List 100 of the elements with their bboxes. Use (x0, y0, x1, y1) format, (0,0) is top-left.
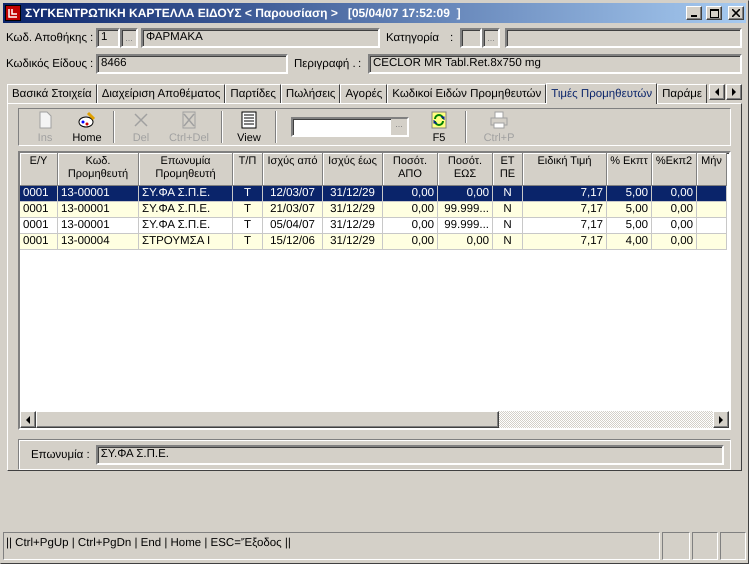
column-header[interactable]: Ποσότ. ΑΠΟ (383, 153, 438, 186)
table-cell: 7,17 (523, 202, 607, 218)
table-cell (697, 186, 727, 202)
table-cell: 05/04/07 (263, 218, 323, 234)
table-cell: 12/03/07 (263, 186, 323, 202)
tab-scroll-right-button[interactable] (726, 84, 742, 100)
field-label: Κωδ. Αποθήκης (6, 32, 88, 44)
refresh-icon (430, 110, 448, 128)
column-header[interactable]: Κωδ. Προμηθευτή (58, 153, 139, 186)
category-code-field[interactable] (460, 28, 482, 48)
table-cell: 13-00004 (58, 234, 139, 250)
table-cell (697, 202, 727, 218)
paint-brush-icon (78, 110, 96, 128)
column-header[interactable]: ΕΤ ΠΕ (493, 153, 523, 186)
table-cell: 4,00 (607, 234, 652, 250)
right-arrow-icon (718, 416, 724, 424)
tab[interactable]: Πωλήσεις (280, 84, 340, 103)
column-header[interactable]: Ισχύς έως (323, 153, 383, 186)
maximize-button[interactable] (706, 6, 722, 20)
table-cell: 0001 (20, 186, 58, 202)
table-cell: 0,00 (438, 186, 493, 202)
document-icon (240, 110, 258, 128)
tab[interactable]: Διαχείριση Αποθέματος (96, 84, 226, 103)
colon: : (358, 58, 362, 70)
table-cell: 0,00 (652, 218, 697, 234)
table-cell: 15/12/06 (263, 234, 323, 250)
tab[interactable]: Κωδικοί Ειδών Προμηθευτών (387, 84, 546, 103)
right-arrow-icon (731, 88, 737, 96)
table-cell: 0,00 (383, 218, 438, 234)
tab[interactable]: Αγορές (340, 84, 388, 103)
cross-icon (132, 110, 150, 128)
column-header[interactable]: Τ/Π (233, 153, 263, 186)
app-logo-icon (5, 5, 21, 21)
tab[interactable]: Παράμε (657, 84, 707, 103)
tab[interactable]: Βασικά Στοιχεία (7, 84, 97, 103)
horizontal-scrollbar[interactable] (20, 411, 729, 428)
column-header[interactable]: Ποσότ. ΕΩΣ (438, 153, 493, 186)
field-label: Περιγραφή . (294, 58, 357, 70)
table-cell: 0,00 (383, 234, 438, 250)
table-cell: 0001 (20, 202, 58, 218)
column-header[interactable]: Ισχύς από (263, 153, 323, 186)
tab[interactable]: Τιμές Προμηθευτών (546, 83, 658, 104)
status-bar-text: || Ctrl+PgUp | Ctrl+PgDn | End | Home | ESC='Έξοδος || (3, 532, 660, 560)
table-cell: 99.999... (438, 202, 493, 218)
toolbar-button[interactable]: Home (67, 109, 107, 145)
close-icon (732, 9, 740, 17)
tab[interactable]: Παρτίδες (225, 84, 281, 103)
printer-icon (490, 110, 508, 128)
status-pane (662, 532, 690, 560)
scrollbar-thumb[interactable] (36, 411, 499, 428)
table-cell: 0,00 (438, 234, 493, 250)
close-button[interactable] (728, 6, 744, 20)
window-title: ΣΥΓΚΕΝΤΡΩΤΙΚΗ ΚΑΡΤΕΛΛΑ ΕΙΔΟΥΣ < Παρουσίαση > [05/04/07 17:52:09 ] (25, 6, 462, 20)
table-cell: 0,00 (383, 202, 438, 218)
toolbar-button[interactable]: F5 (419, 109, 459, 145)
field-label: Κατηγορία (386, 32, 440, 44)
table-cell: N (493, 234, 523, 250)
table-cell: 13-00001 (58, 202, 139, 218)
table-cell: T (233, 218, 263, 234)
colon: : (90, 32, 94, 44)
table-cell: T (233, 202, 263, 218)
maximize-icon (710, 8, 718, 18)
field-label: Επωνυμία : (31, 448, 90, 461)
minimize-button[interactable] (686, 6, 702, 20)
table-cell: 0001 (20, 234, 58, 250)
table-cell: ΣΤΡΟΥΜΣΑ Ι (139, 234, 233, 250)
status-pane (720, 532, 746, 560)
table-cell: ΣΥ.ΦΑ Σ.Π.Ε. (139, 202, 233, 218)
table-cell: 13-00001 (58, 186, 139, 202)
table-cell: 0,00 (652, 202, 697, 218)
table-cell: 0,00 (383, 186, 438, 202)
scroll-left-button[interactable] (20, 411, 36, 428)
column-header[interactable]: Μήν (697, 153, 727, 186)
table-cell: 0,00 (652, 186, 697, 202)
column-header[interactable]: %Εκπ2 (652, 153, 697, 186)
table-cell: N (493, 218, 523, 234)
table-cell: 5,00 (607, 186, 652, 202)
table-cell: 31/12/29 (323, 234, 383, 250)
table-cell: 7,17 (523, 218, 607, 234)
toolbar-button[interactable]: View (229, 109, 269, 145)
table-cell: 13-00001 (58, 218, 139, 234)
left-arrow-icon (714, 88, 720, 96)
column-header[interactable]: Ειδική Τιμή (523, 153, 607, 186)
table-cell: 7,17 (523, 186, 607, 202)
item-code-field[interactable]: 8466 (96, 54, 288, 74)
table-cell: 21/03/07 (263, 202, 323, 218)
description-field: CECLOR MR Tabl.Ret.8x750 mg (368, 54, 742, 74)
column-header[interactable]: % Εκπτ (607, 153, 652, 186)
warehouse-code-field[interactable]: 1 (96, 28, 120, 48)
column-header[interactable]: Επωνυμία Προμηθευτή (139, 153, 233, 186)
table-cell (697, 218, 727, 234)
status-pane (692, 532, 718, 560)
table-cell: 5,00 (607, 202, 652, 218)
scroll-right-button[interactable] (713, 411, 729, 428)
table-cell: 99.999... (438, 218, 493, 234)
table-cell: T (233, 234, 263, 250)
tab-scroll-left-button[interactable] (709, 84, 725, 100)
table-cell: 31/12/29 (323, 202, 383, 218)
left-arrow-icon (25, 416, 31, 424)
column-header[interactable]: Ε/Υ (20, 153, 58, 186)
